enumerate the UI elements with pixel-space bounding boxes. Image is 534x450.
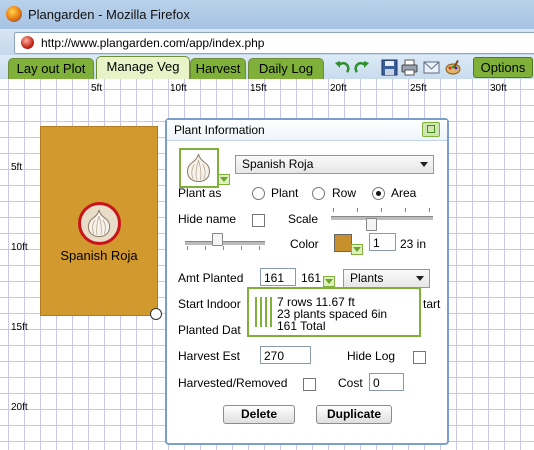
size-slider[interactable] bbox=[185, 241, 265, 245]
duplicate-button[interactable]: Duplicate bbox=[316, 405, 392, 424]
firefox-icon bbox=[6, 6, 22, 22]
hide-name-checkbox[interactable] bbox=[252, 214, 265, 227]
plant-bed[interactable]: Spanish Roja bbox=[40, 126, 158, 316]
ruler-top-label: 15ft bbox=[250, 83, 267, 94]
url-text[interactable]: http://www.plangarden.com/app/index.php bbox=[41, 36, 264, 50]
planted-date-label: Planted Dat bbox=[178, 323, 241, 337]
tab-manage-veg[interactable]: Manage Veg bbox=[96, 56, 190, 80]
rows-icon bbox=[255, 297, 272, 327]
amt-unit-value: Plants bbox=[350, 271, 384, 285]
start-label-fragment: tart bbox=[423, 297, 441, 311]
url-field[interactable]: http://www.plangarden.com/app/index.php bbox=[14, 32, 534, 54]
ruler-top-label: 10ft bbox=[170, 83, 187, 94]
color-swatch[interactable] bbox=[334, 234, 352, 252]
ruler-left-label: 15ft bbox=[11, 322, 28, 333]
amt-planted-label: Amt Planted bbox=[178, 271, 244, 285]
rows-total-line: 161 Total bbox=[277, 319, 326, 333]
ruler-top-label: 25ft bbox=[410, 83, 427, 94]
size-field[interactable]: 1 bbox=[369, 233, 396, 251]
site-favicon-icon bbox=[21, 36, 34, 49]
window-title: Plangarden - Mozilla Firefox bbox=[28, 7, 190, 22]
slider-tick bbox=[241, 246, 242, 250]
amt-planted-count: 161 bbox=[301, 271, 322, 285]
save-icon[interactable] bbox=[381, 59, 398, 76]
slider-tick bbox=[205, 246, 206, 250]
radio-row-label: Row bbox=[332, 186, 357, 200]
plant-variety-value: Spanish Roja bbox=[242, 157, 314, 171]
bed-resize-handle[interactable] bbox=[150, 308, 162, 320]
slider-tick bbox=[405, 208, 406, 212]
slider-tick bbox=[429, 208, 430, 212]
ruler-left-label: 5ft bbox=[11, 162, 23, 173]
ruler-left-label: 10ft bbox=[11, 242, 28, 253]
redo-icon[interactable] bbox=[353, 59, 370, 76]
slider-tick bbox=[223, 246, 224, 250]
radio-plant[interactable] bbox=[252, 187, 265, 200]
options-button[interactable]: Options bbox=[473, 57, 533, 78]
address-bar-row: http://www.plangarden.com/app/index.php bbox=[0, 29, 534, 55]
dialog-title-bar[interactable]: Plant Information bbox=[167, 120, 447, 141]
tab-harvest[interactable]: Harvest bbox=[190, 58, 246, 79]
rows-info-popup: 7 rows 11.67 ft 23 plants spaced 6in 161… bbox=[247, 287, 421, 337]
plant-marker[interactable] bbox=[78, 202, 121, 245]
plant-icon-picker[interactable] bbox=[179, 148, 219, 188]
chevron-down-icon bbox=[420, 162, 428, 167]
harvest-est-label: Harvest Est bbox=[178, 349, 241, 363]
window-title-bar: Plangarden - Mozilla Firefox bbox=[0, 0, 534, 29]
size-slider-thumb[interactable] bbox=[212, 233, 223, 246]
scale-slider[interactable] bbox=[331, 216, 433, 220]
tab-daily-log[interactable]: Daily Log bbox=[248, 58, 324, 79]
radio-row[interactable] bbox=[312, 187, 325, 200]
tab-lay-out-plot[interactable]: Lay out Plot bbox=[8, 58, 94, 79]
delete-button[interactable]: Delete bbox=[223, 405, 295, 424]
cost-field[interactable]: 0 bbox=[369, 373, 404, 391]
slider-tick bbox=[333, 208, 334, 212]
color-label: Color bbox=[290, 237, 319, 251]
harvest-est-field[interactable]: 270 bbox=[260, 346, 311, 364]
amt-unit-select[interactable]: Plants bbox=[343, 269, 430, 288]
garlic-icon bbox=[87, 209, 111, 237]
ruler-top-label: 5ft bbox=[91, 83, 103, 94]
plant-variety-select[interactable]: Spanish Roja bbox=[235, 155, 434, 174]
plant-information-dialog: Plant Information Spanish Roja Plant as … bbox=[165, 118, 449, 445]
dialog-title: Plant Information bbox=[174, 123, 265, 137]
radio-area[interactable] bbox=[372, 187, 385, 200]
garlic-icon bbox=[186, 153, 210, 182]
ruler-left-label: 20ft bbox=[11, 402, 28, 413]
radio-area-label: Area bbox=[391, 186, 417, 200]
ruler-top-label: 30ft bbox=[490, 83, 507, 94]
bed-plant-label: Spanish Roja bbox=[60, 248, 138, 263]
size-unit-label: 23 in bbox=[400, 237, 427, 251]
amt-planted-field[interactable]: 161 bbox=[260, 268, 296, 286]
dialog-maximize-button[interactable] bbox=[422, 122, 440, 137]
start-indoors-label: Start Indoor bbox=[178, 297, 241, 311]
email-icon[interactable] bbox=[423, 59, 440, 76]
harvested-removed-label: Harvested/Removed bbox=[178, 376, 288, 390]
slider-tick bbox=[259, 246, 260, 250]
hide-name-label: Hide name bbox=[178, 212, 237, 226]
radio-plant-label: Plant bbox=[271, 186, 299, 200]
slider-tick bbox=[357, 208, 358, 212]
print-icon[interactable] bbox=[401, 59, 418, 76]
slider-tick bbox=[187, 246, 188, 250]
slider-tick bbox=[381, 208, 382, 212]
chevron-down-icon bbox=[416, 276, 424, 281]
color-dropdown-arrow[interactable] bbox=[351, 244, 363, 255]
plant-as-label: Plant as bbox=[178, 186, 222, 200]
undo-icon[interactable] bbox=[334, 59, 351, 76]
cost-label: Cost bbox=[338, 376, 363, 390]
ruler-top-label: 20ft bbox=[330, 83, 347, 94]
scale-label: Scale bbox=[288, 212, 319, 226]
app-toolbar: Lay out Plot Manage Veg Harvest Daily Lo… bbox=[0, 55, 534, 80]
plant-icon-dropdown-arrow[interactable] bbox=[218, 174, 230, 185]
scale-slider-thumb[interactable] bbox=[366, 218, 377, 231]
hide-log-checkbox[interactable] bbox=[413, 351, 426, 364]
amt-planted-dropdown-arrow[interactable] bbox=[323, 276, 335, 287]
paint-palette-icon[interactable] bbox=[445, 59, 462, 76]
harvested-removed-checkbox[interactable] bbox=[303, 378, 316, 391]
hide-log-label: Hide Log bbox=[347, 349, 396, 363]
